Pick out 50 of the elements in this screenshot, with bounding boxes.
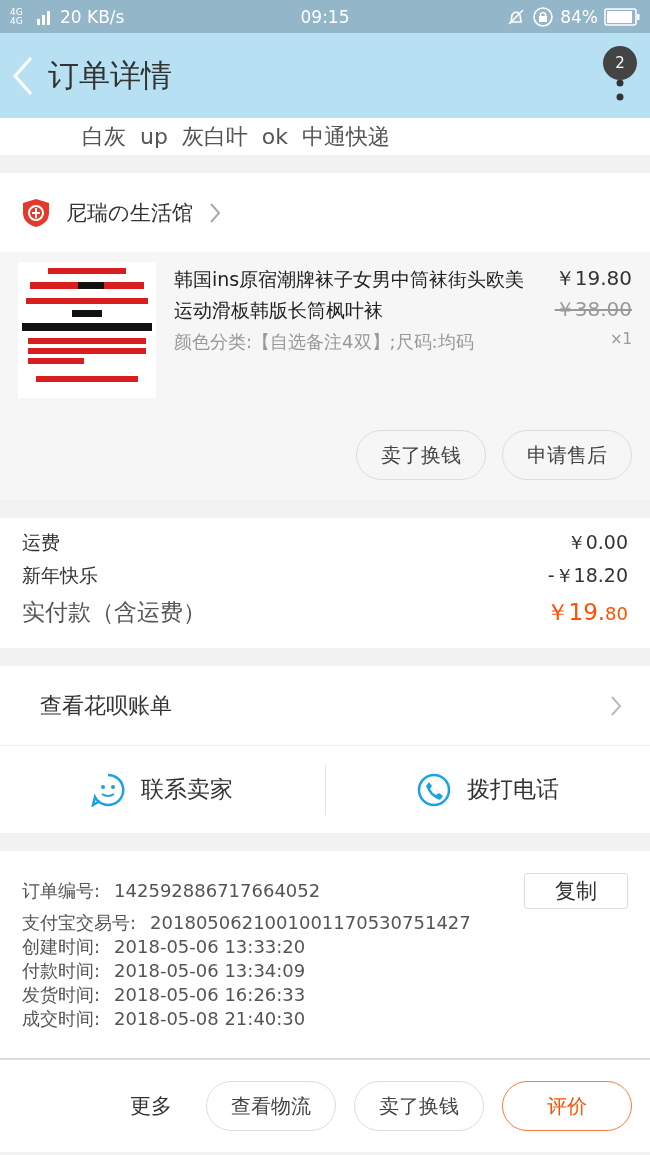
fee-value: -￥18.20 bbox=[547, 563, 628, 588]
speed-label: 20 KB/s bbox=[60, 6, 125, 27]
product-title[interactable]: 韩国ins原宿潮牌袜子女男中筒袜街头欧美运动滑板韩版长筒枫叶袜 bbox=[174, 264, 529, 326]
action-button[interactable]: 卖了换钱 bbox=[356, 430, 486, 480]
phone-icon bbox=[416, 772, 451, 807]
info-label: 订单编号: bbox=[22, 879, 101, 903]
action-button[interactable]: 卖了换钱 bbox=[354, 1081, 484, 1131]
more-link[interactable]: 更多 bbox=[130, 1092, 172, 1120]
original-price: ￥38.00 bbox=[554, 296, 632, 323]
action-button[interactable]: 申请售后 bbox=[502, 430, 632, 480]
info-value: 2018-05-08 21:40:30 bbox=[114, 1007, 306, 1031]
copy-button[interactable]: 复制 bbox=[524, 873, 628, 909]
notification-badge: 2 bbox=[603, 45, 637, 80]
chevron-right-icon[interactable] bbox=[610, 694, 622, 717]
battery-icon bbox=[604, 7, 640, 26]
info-value: 2018-05-06 13:33:20 bbox=[114, 935, 306, 959]
more-icon[interactable] bbox=[616, 77, 624, 102]
info-label: 发货时间: bbox=[22, 983, 101, 1007]
contact-seller-button[interactable]: 联系卖家 bbox=[0, 746, 325, 833]
shop-name[interactable]: 尼瑞の生活馆 bbox=[66, 198, 193, 227]
quantity-label: ×1 bbox=[609, 330, 632, 348]
back-icon[interactable] bbox=[12, 55, 34, 96]
info-label: 支付宝交易号: bbox=[22, 911, 137, 935]
mute-bell-icon bbox=[506, 6, 527, 27]
info-label: 创建时间: bbox=[22, 935, 101, 959]
smiley-chat-icon bbox=[91, 772, 126, 807]
network-label: 4G 4G bbox=[10, 7, 24, 26]
chevron-right-icon[interactable] bbox=[209, 201, 221, 224]
rotation-lock-icon bbox=[532, 5, 555, 28]
fee-label: 新年快乐 bbox=[22, 563, 98, 588]
clock: 09:15 bbox=[300, 6, 350, 27]
action-button[interactable]: 查看物流 bbox=[206, 1081, 336, 1131]
info-label: 付款时间: bbox=[22, 959, 101, 983]
info-value: 2018-05-06 16:26:33 bbox=[114, 983, 306, 1007]
logistics-text: 白灰 up 灰白叶 ok 中通快递 bbox=[82, 122, 391, 151]
info-value: 142592886717664052 bbox=[114, 879, 321, 903]
shop-shield-icon bbox=[22, 197, 50, 228]
info-value: 2018-05-06 13:34:09 bbox=[114, 959, 306, 983]
page-title: 订单详情 bbox=[48, 55, 172, 95]
fee-value: ￥19.80 bbox=[545, 598, 628, 627]
call-button[interactable]: 拨打电话 bbox=[325, 746, 650, 833]
info-label: 成交时间: bbox=[22, 1007, 101, 1031]
fee-label: 实付款（含运费） bbox=[22, 598, 206, 627]
fee-value: ￥0.00 bbox=[566, 530, 628, 555]
fee-label: 运费 bbox=[22, 530, 60, 555]
info-value: 2018050621001001170530751427 bbox=[150, 911, 471, 935]
product-price: ￥19.80 bbox=[554, 265, 632, 292]
product-variant: 颜色分类:【自选备注4双】;尺码:均码 bbox=[174, 330, 475, 354]
bill-link[interactable]: 查看花呗账单 bbox=[40, 690, 172, 721]
battery-label: 84% bbox=[560, 6, 598, 27]
